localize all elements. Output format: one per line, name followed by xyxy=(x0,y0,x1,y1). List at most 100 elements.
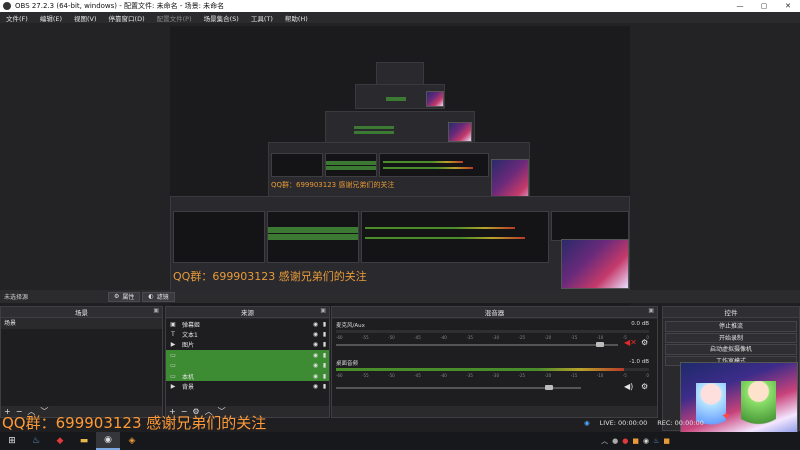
stop-streaming-button[interactable]: 停止推流 xyxy=(665,321,797,332)
menu-help[interactable]: 帮助(H) xyxy=(279,13,314,23)
lock-icon[interactable]: ▮ xyxy=(320,373,329,380)
lock-icon[interactable]: ▮ xyxy=(320,341,329,348)
menu-docks[interactable]: 停靠窗口(D) xyxy=(103,13,151,23)
folder-icon[interactable]: ▬ xyxy=(72,432,96,450)
preview-canvas: QQ群：699903123 感谢兄弟们的关注 QQ群：699903123 感谢兄… xyxy=(170,26,630,311)
obs-logo-icon xyxy=(3,2,11,10)
tick-label: -25 xyxy=(518,373,526,378)
tray-app-icon[interactable]: ♨ xyxy=(653,437,659,445)
gear-icon[interactable]: ⚙ xyxy=(641,338,648,347)
undock-icon[interactable]: ▣ xyxy=(648,307,654,314)
tick-label: -60 xyxy=(336,335,343,340)
source-row[interactable]: ▭ ◉ ▮ xyxy=(166,360,329,371)
system-tray: ︿ ● ● ■ ◉ ♨ ■ xyxy=(601,432,670,450)
tray-app-icon[interactable]: ● xyxy=(612,437,618,445)
tick-label: -55 xyxy=(362,373,369,378)
tick-label: -10 xyxy=(596,373,604,378)
source-row[interactable]: ▣ 弹幕姬 ◉ ▮ xyxy=(166,319,329,329)
volume-meter xyxy=(336,330,649,333)
slider-knob[interactable] xyxy=(596,342,605,347)
lock-icon[interactable]: ▮ xyxy=(320,321,329,328)
tick-label: -55 xyxy=(362,335,369,340)
start-recording-button[interactable]: 开始录制 xyxy=(665,332,797,343)
properties-button[interactable]: ⚙ 属性 xyxy=(108,291,141,302)
tick-label: -40 xyxy=(440,335,447,340)
tray-app-icon[interactable]: ● xyxy=(622,437,628,445)
eye-icon[interactable]: ◉ xyxy=(311,321,320,328)
source-row[interactable]: ▶ 图片 ◉ ▮ xyxy=(166,340,329,350)
play-icon: ▶ xyxy=(170,383,176,391)
eye-icon[interactable]: ◉ xyxy=(311,362,320,369)
preview-area[interactable]: QQ群：699903123 感谢兄弟们的关注 QQ群：699903123 感谢兄… xyxy=(0,23,800,311)
maximize-button[interactable]: ▢ xyxy=(752,0,776,12)
sources-dock: 来源 ▣ ▣ 弹幕姬 ◉ ▮ T 文本1 ◉ ▮ ▶ 图片 ◉ ▮ ▭ ◉ ▮ … xyxy=(165,306,330,418)
start-virtual-camera-button[interactable]: 启动虚拟摄像机 xyxy=(665,344,797,355)
gear-icon: ⚙ xyxy=(114,293,120,300)
scene-item[interactable]: 场景 xyxy=(1,319,162,329)
mixer-channel-mic: 麦克风/Aux 0.0 dB -60 -55 -50 -45 -40 -35 -30 -25 -… xyxy=(334,321,655,359)
tick-label: -30 xyxy=(492,335,500,340)
volume-slider[interactable] xyxy=(336,342,618,347)
tick-label: -5 xyxy=(622,373,627,378)
lock-icon[interactable]: ▮ xyxy=(320,383,329,390)
slider-knob[interactable] xyxy=(544,385,553,390)
play-icon: ▶ xyxy=(170,341,176,349)
window-icon: ▭ xyxy=(170,351,176,359)
channel-name: 桌面音频 xyxy=(336,361,359,367)
tray-app-icon[interactable]: ◉ xyxy=(643,437,649,445)
menu-scene-collection[interactable]: 场景集合(S) xyxy=(198,13,245,23)
source-row[interactable]: ▭ 本机 ◉ ▮ xyxy=(166,370,329,382)
menu-view[interactable]: 视图(V) xyxy=(68,13,103,23)
gear-icon[interactable]: ⚙ xyxy=(641,382,648,391)
eye-icon[interactable]: ◉ xyxy=(311,341,320,348)
lock-icon[interactable]: ▮ xyxy=(320,331,329,338)
menu-profile[interactable]: 配置文件(P) xyxy=(151,13,198,23)
camera-icon: ▣ xyxy=(170,320,176,328)
chevron-up-icon[interactable]: ︿ xyxy=(601,436,608,446)
tick-label: -30 xyxy=(492,373,500,378)
sources-list: ▣ 弹幕姬 ◉ ▮ T 文本1 ◉ ▮ ▶ 图片 ◉ ▮ ▭ ◉ ▮ ▭ ◉ ▮ xyxy=(166,319,329,406)
obs-taskbar-icon[interactable]: ◉ xyxy=(96,432,120,450)
menu-edit[interactable]: 编辑(E) xyxy=(34,13,68,23)
live-icon: ◉ xyxy=(584,419,590,427)
tick-label: -60 xyxy=(336,373,343,378)
lock-icon[interactable]: ▮ xyxy=(320,352,329,359)
menu-tools[interactable]: 工具(T) xyxy=(245,13,279,23)
nested-overlay-text-1: QQ群：699903123 感谢兄弟们的关注 xyxy=(173,270,367,283)
tick-label: -50 xyxy=(388,373,395,378)
eye-icon[interactable]: ◉ xyxy=(311,373,320,380)
undock-icon[interactable]: ▣ xyxy=(153,307,159,314)
tick-label: -20 xyxy=(544,373,552,378)
eye-icon[interactable]: ◉ xyxy=(311,352,320,359)
menu-bar: 文件(F) 编辑(E) 视图(V) 停靠窗口(D) 配置文件(P) 场景集合(S… xyxy=(0,12,800,23)
meter-ticks: -60 -55 -50 -45 -40 -35 -30 -25 -20 -15 -10 -5 0 xyxy=(336,373,649,379)
tick-label: -20 xyxy=(544,335,552,340)
meter-fill xyxy=(336,368,624,371)
scenes-dock: 场景 ▣ 场景 + − ︿ ﹀ xyxy=(0,306,163,418)
undock-icon[interactable]: ▣ xyxy=(320,307,326,314)
close-button[interactable]: ✕ xyxy=(776,0,800,12)
tray-app-icon[interactable]: ■ xyxy=(632,437,639,445)
eye-icon[interactable]: ◉ xyxy=(311,383,320,390)
app-icon[interactable]: ◈ xyxy=(120,432,144,450)
eye-icon[interactable]: ◉ xyxy=(311,331,320,338)
volume-slider[interactable] xyxy=(336,385,581,390)
filters-button[interactable]: ◐ 滤镜 xyxy=(142,291,175,302)
minimize-button[interactable]: — xyxy=(728,0,752,12)
source-row[interactable]: ▭ ◉ ▮ xyxy=(166,350,329,361)
steam-icon[interactable]: ♨ xyxy=(24,432,48,450)
tray-app-icon[interactable]: ■ xyxy=(663,437,670,445)
lock-icon[interactable]: ▮ xyxy=(320,362,329,369)
source-row[interactable]: ▶ 背景 ◉ ▮ xyxy=(166,381,329,391)
menu-file[interactable]: 文件(F) xyxy=(0,13,34,23)
scenes-header: 场景 xyxy=(75,309,88,317)
app-icon[interactable]: ◆ xyxy=(48,432,72,450)
mute-icon[interactable]: ◀✕ xyxy=(624,338,637,347)
speaker-icon[interactable]: ◀) xyxy=(624,382,633,391)
source-row[interactable]: T 文本1 ◉ ▮ xyxy=(166,329,329,339)
scenes-list: 场景 xyxy=(1,319,162,406)
no-source-label: 未选择源 xyxy=(4,294,29,301)
channel-name: 麦克风/Aux xyxy=(336,323,365,329)
windows-start-icon[interactable]: ⊞ xyxy=(0,432,24,450)
text-icon: T xyxy=(171,331,175,339)
